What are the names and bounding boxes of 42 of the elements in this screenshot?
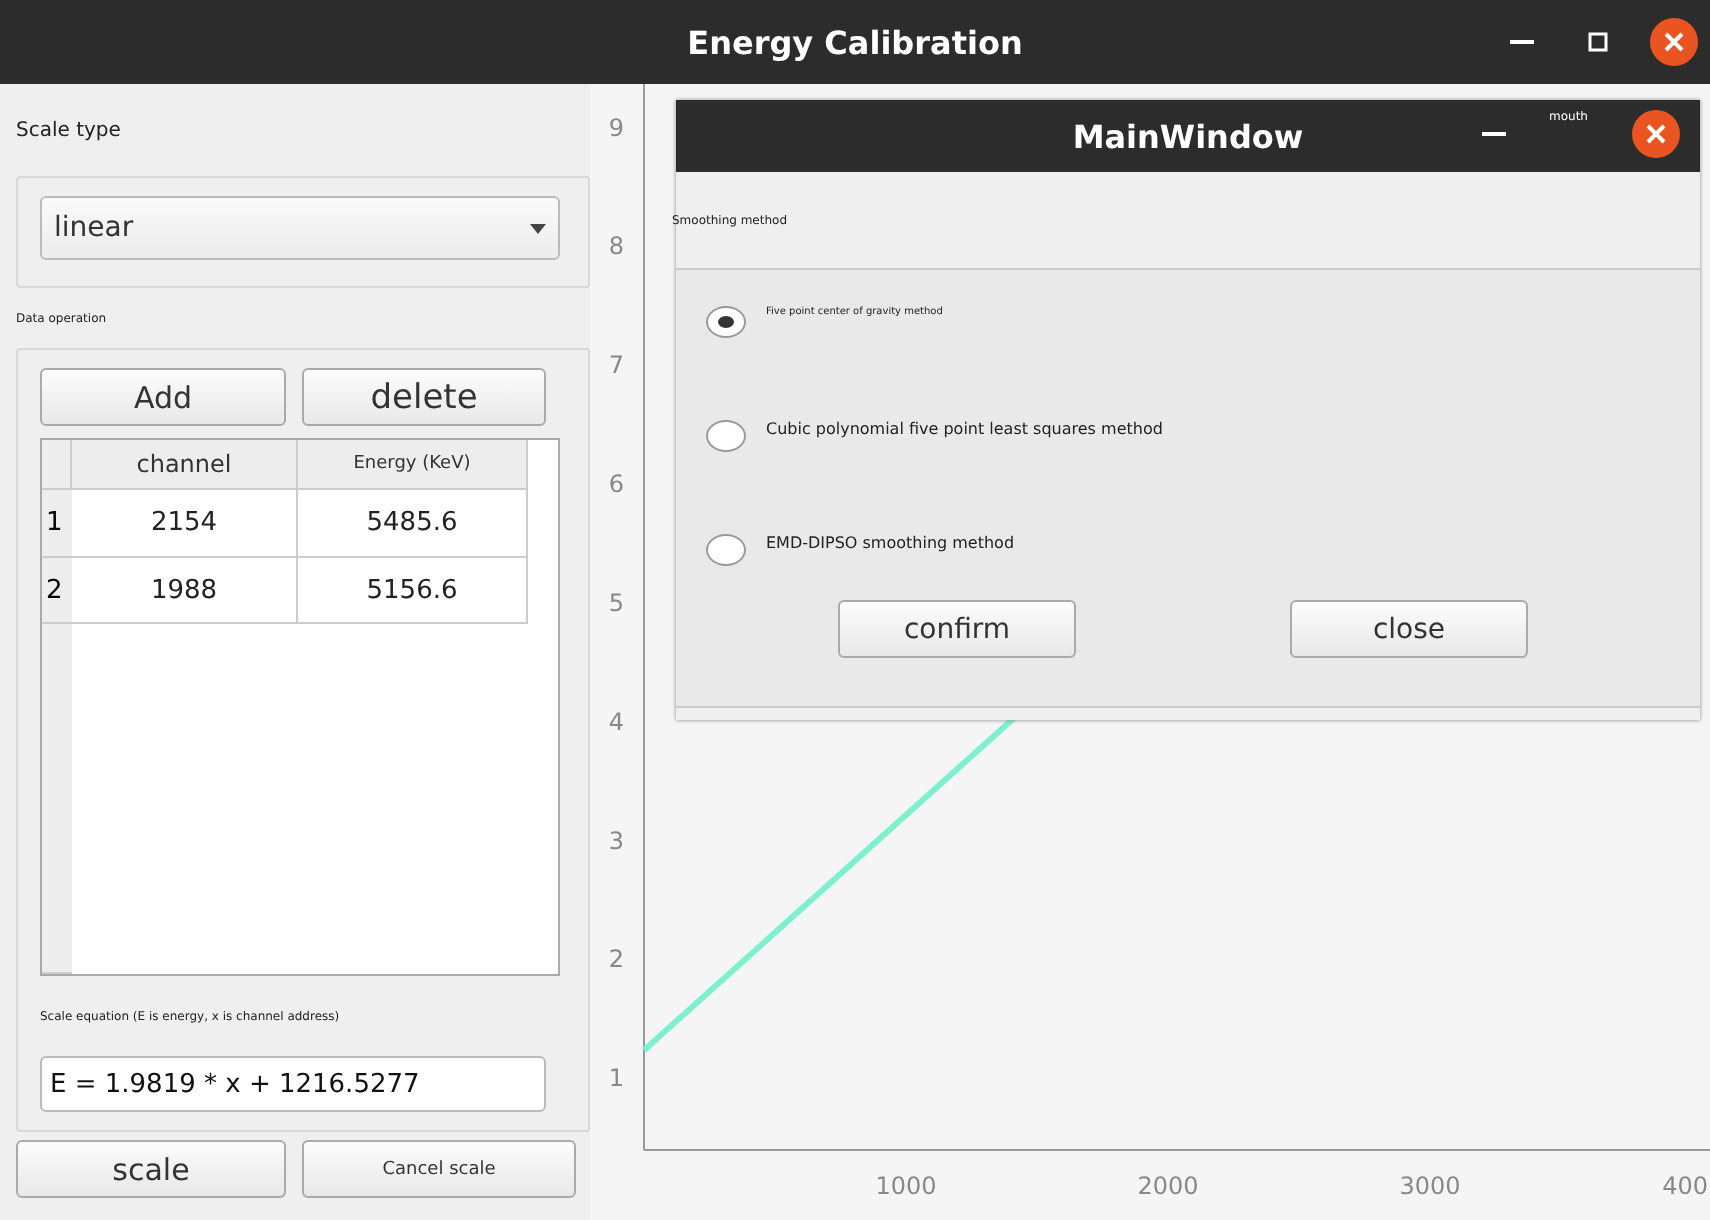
close-icon[interactable] <box>1632 110 1680 158</box>
radio-button[interactable] <box>706 306 746 338</box>
y-tick-label: 5 <box>608 588 624 617</box>
add-button[interactable]: Add <box>40 368 286 426</box>
radio-button[interactable] <box>706 420 746 452</box>
x-tick-label: 2000 <box>1137 1172 1199 1200</box>
corner-header <box>42 440 72 490</box>
y-tick-label: 1 <box>608 1064 624 1093</box>
caret-icon <box>530 223 546 233</box>
column-header: channel <box>72 440 298 490</box>
close-icon[interactable] <box>1650 18 1698 66</box>
column-header: Energy (KeV) <box>298 440 528 490</box>
row-number: 2 <box>42 558 72 624</box>
minimize-icon[interactable] <box>1481 132 1506 136</box>
dialog-title: MainWindow <box>1072 117 1304 155</box>
table-cell: 2154 <box>72 490 298 558</box>
confirm-button[interactable]: confirm <box>838 600 1076 658</box>
table-cell: 5485.6 <box>298 490 528 558</box>
y-tick-label: 7 <box>608 351 624 380</box>
delete-button[interactable]: delete <box>302 368 546 426</box>
radio-button[interactable] <box>706 534 746 566</box>
table-cell: 5156.6 <box>298 558 528 624</box>
x-tick-label: 3000 <box>1399 1172 1461 1200</box>
equation-field[interactable]: E = 1.9819 * x + 1216.5277 <box>40 1056 546 1112</box>
row-number: 1 <box>42 490 72 558</box>
close-button[interactable]: close <box>1290 600 1528 658</box>
table-cell: 1988 <box>72 558 298 624</box>
y-tick-label: 6 <box>608 470 624 499</box>
y-tick-label: 9 <box>608 113 624 142</box>
window-title: Energy Calibration <box>687 23 1023 61</box>
y-tick-label: 3 <box>608 826 624 855</box>
y-tick-label: 8 <box>608 232 624 261</box>
y-tick-label: 2 <box>608 945 624 974</box>
x-tick-label: 1000 <box>875 1172 937 1200</box>
option-label: Cubic polynomial five point least squares method <box>766 419 1163 437</box>
scale-type-dropdown[interactable]: linear <box>40 196 560 260</box>
scale-type-label: Scale type <box>16 119 121 141</box>
scale-button[interactable]: scale <box>16 1140 286 1198</box>
x-tick-label: 400 <box>1662 1172 1708 1200</box>
option-label: EMD-DIPSO smoothing method <box>766 533 1015 551</box>
y-tick-label: 4 <box>608 707 624 736</box>
cancel-scale-button[interactable]: Cancel scale <box>302 1140 576 1198</box>
